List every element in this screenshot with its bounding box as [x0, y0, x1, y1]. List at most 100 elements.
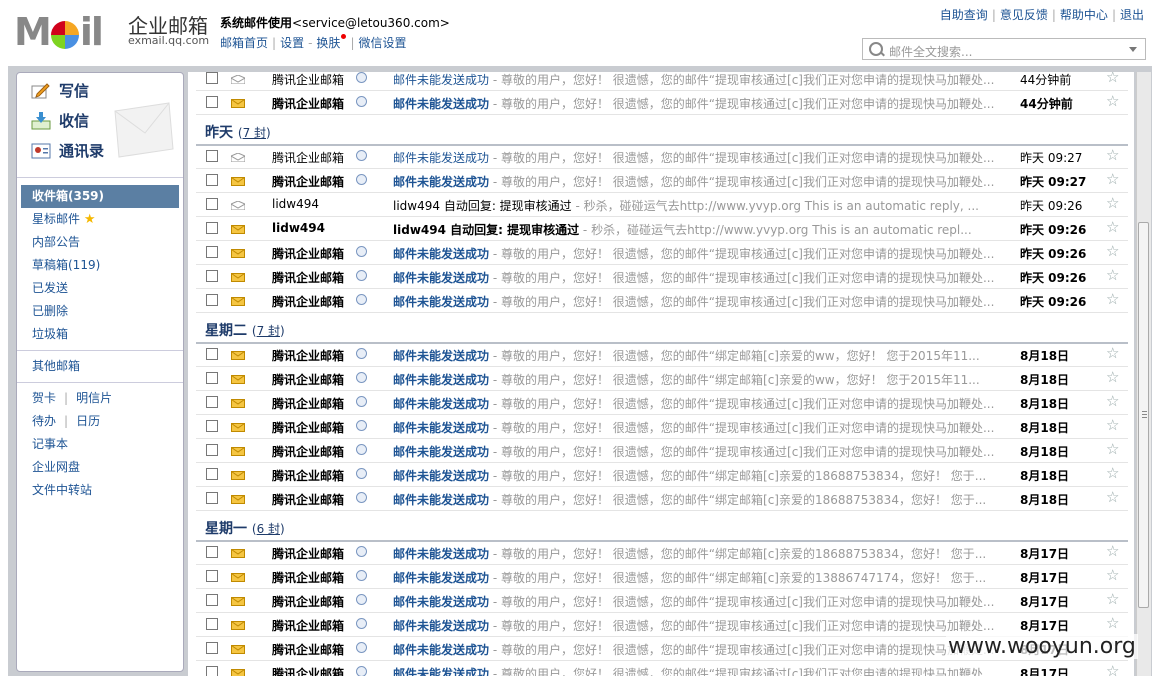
mail-row[interactable]: 腾讯企业邮箱 邮件未能发送成功 - 尊敬的用户，您好！ 很遗憾，您的邮件“提现审核… — [196, 390, 1128, 415]
mail-sender[interactable]: 腾讯企业邮箱 — [272, 371, 344, 388]
compose-button[interactable]: 写信 — [29, 79, 104, 109]
mail-row[interactable]: 腾讯企业邮箱 邮件未能发送成功 - 尊敬的用户，您好！ 很遗憾，您的邮件“绑定邮箱… — [196, 564, 1128, 589]
mail-subject-line[interactable]: 邮件未能发送成功 - 尊敬的用户，您好！ 很遗憾，您的邮件“提现审核通过[c]我… — [393, 95, 1005, 112]
mail-sender[interactable]: lidw494 — [272, 197, 319, 211]
star-outline-icon[interactable]: ☆ — [1106, 170, 1119, 188]
group-count-text[interactable]: 6 封 — [257, 522, 280, 536]
mail-subject-line[interactable]: 邮件未能发送成功 - 尊敬的用户，您好！ 很遗憾，您的邮件“提现审核通过[c]我… — [393, 641, 1005, 658]
logo[interactable]: Mil — [14, 10, 129, 54]
star-outline-icon[interactable]: ☆ — [1106, 218, 1119, 236]
row-checkbox[interactable] — [206, 618, 218, 630]
star-outline-icon[interactable]: ☆ — [1106, 146, 1119, 164]
scrollbar[interactable] — [1136, 72, 1151, 676]
mail-subject-line[interactable]: 邮件未能发送成功 - 尊敬的用户，您好！ 很遗憾，您的邮件“绑定邮箱[c]亲爱的… — [393, 545, 1005, 562]
link-selfquery[interactable]: 自助查询 — [940, 8, 988, 22]
row-checkbox[interactable] — [206, 294, 218, 306]
mail-row[interactable]: 腾讯企业邮箱 邮件未能发送成功 - 尊敬的用户，您好！ 很遗憾，您的邮件“提现审核… — [196, 414, 1128, 439]
search-box[interactable]: 邮件全文搜索... — [862, 38, 1146, 60]
folder-inbox[interactable]: 收件箱(359) — [21, 185, 179, 208]
mail-sender[interactable]: lidw494 — [272, 221, 325, 235]
mail-subject-line[interactable]: 邮件未能发送成功 - 尊敬的用户，您好！ 很遗憾，您的邮件“提现审核通过[c]我… — [393, 173, 1005, 190]
mail-row[interactable]: 腾讯企业邮箱 邮件未能发送成功 - 尊敬的用户，您好！ 很遗憾，您的邮件“提现审核… — [196, 240, 1128, 265]
mail-sender[interactable]: 腾讯企业邮箱 — [272, 419, 344, 436]
mail-subject-line[interactable]: 邮件未能发送成功 - 尊敬的用户，您好！ 很遗憾，您的邮件“绑定邮箱[c]亲爱的… — [393, 371, 1005, 388]
star-outline-icon[interactable]: ☆ — [1106, 344, 1119, 362]
mail-sender[interactable]: 腾讯企业邮箱 — [272, 569, 344, 586]
mail-subject-line[interactable]: 邮件未能发送成功 - 尊敬的用户，您好！ 很遗憾，您的邮件“绑定邮箱[c]亲爱的… — [393, 467, 1005, 484]
mail-row[interactable]: 腾讯企业邮箱 邮件未能发送成功 - 尊敬的用户，您好！ 很遗憾，您的邮件“绑定邮箱… — [196, 342, 1128, 367]
mail-sender[interactable]: 腾讯企业邮箱 — [272, 665, 344, 676]
mail-sender[interactable]: 腾讯企业邮箱 — [272, 467, 344, 484]
row-checkbox[interactable] — [206, 492, 218, 504]
mail-row[interactable]: 腾讯企业邮箱 邮件未能发送成功 - 尊敬的用户，您好！ 很遗憾，您的邮件“提现审核… — [196, 264, 1128, 289]
tool-todo[interactable]: 待办 — [32, 414, 56, 428]
star-outline-icon[interactable]: ☆ — [1106, 194, 1119, 212]
scrollbar-thumb[interactable] — [1138, 222, 1149, 608]
row-checkbox[interactable] — [206, 372, 218, 384]
star-outline-icon[interactable]: ☆ — [1106, 92, 1119, 110]
star-outline-icon[interactable]: ☆ — [1106, 290, 1119, 308]
row-checkbox[interactable] — [206, 468, 218, 480]
row-checkbox[interactable] — [206, 72, 218, 84]
mail-row[interactable]: 腾讯企业邮箱 邮件未能发送成功 - 尊敬的用户，您好！ 很遗憾，您的邮件“绑定邮箱… — [196, 486, 1128, 511]
mail-subject-line[interactable]: 邮件未能发送成功 - 尊敬的用户，您好！ 很遗憾，您的邮件“提现审核通过[c]我… — [393, 593, 1005, 610]
tool-notes[interactable]: 记事本 — [17, 433, 183, 456]
mail-row[interactable]: 腾讯企业邮箱 邮件未能发送成功 - 尊敬的用户，您好！ 很遗憾，您的邮件“绑定邮箱… — [196, 462, 1128, 487]
mail-subject-line[interactable]: lidw494 自动回复: 提现审核通过 - 秒杀，碰碰运气去http://ww… — [393, 221, 1005, 238]
folder-sent[interactable]: 已发送 — [17, 277, 183, 300]
mail-row[interactable]: 腾讯企业邮箱 邮件未能发送成功 - 尊敬的用户，您好！ 很遗憾，您的邮件“提现审核… — [196, 660, 1128, 676]
mail-sender[interactable]: 腾讯企业邮箱 — [272, 443, 344, 460]
mail-subject-line[interactable]: 邮件未能发送成功 - 尊敬的用户，您好！ 很遗憾，您的邮件“提现审核通过[c]我… — [393, 617, 1005, 634]
mail-row[interactable]: 腾讯企业邮箱 邮件未能发送成功 - 尊敬的用户，您好！ 很遗憾，您的邮件“提现审核… — [196, 72, 1128, 91]
contacts-button[interactable]: 通讯录 — [29, 139, 104, 169]
row-checkbox[interactable] — [206, 444, 218, 456]
mail-sender[interactable]: 腾讯企业邮箱 — [272, 293, 344, 310]
mail-subject-line[interactable]: 邮件未能发送成功 - 尊敬的用户，您好！ 很遗憾，您的邮件“提现审核通过[c]我… — [393, 149, 1005, 166]
mail-row[interactable]: 腾讯企业邮箱 邮件未能发送成功 - 尊敬的用户，您好！ 很遗憾，您的邮件“提现审核… — [196, 144, 1128, 169]
tool-calendar[interactable]: 日历 — [76, 414, 100, 428]
folder-notice[interactable]: 内部公告 — [17, 231, 183, 254]
mail-subject-line[interactable]: 邮件未能发送成功 - 尊敬的用户，您好！ 很遗憾，您的邮件“提现审核通过[c]我… — [393, 245, 1005, 262]
mail-sender[interactable]: 腾讯企业邮箱 — [272, 269, 344, 286]
star-outline-icon[interactable]: ☆ — [1106, 266, 1119, 284]
star-outline-icon[interactable]: ☆ — [1106, 72, 1119, 86]
nav-settings[interactable]: 设置 — [280, 36, 304, 50]
folder-other[interactable]: 其他邮箱 — [17, 355, 183, 378]
row-checkbox[interactable] — [206, 396, 218, 408]
link-feedback[interactable]: 意见反馈 — [1000, 8, 1048, 22]
mail-subject-line[interactable]: 邮件未能发送成功 - 尊敬的用户，您好！ 很遗憾，您的邮件“绑定邮箱[c]亲爱的… — [393, 491, 1005, 508]
star-outline-icon[interactable]: ☆ — [1106, 614, 1119, 632]
mail-row[interactable]: 腾讯企业邮箱 邮件未能发送成功 - 尊敬的用户，您好！ 很遗憾，您的邮件“绑定邮箱… — [196, 366, 1128, 391]
tool-greeting[interactable]: 贺卡 — [32, 391, 56, 405]
mail-sender[interactable]: 腾讯企业邮箱 — [272, 617, 344, 634]
mail-row[interactable]: lidw494 lidw494 自动回复: 提现审核通过 - 秒杀，碰碰运气去ht… — [196, 216, 1128, 241]
check-mail-button[interactable]: 收信 — [29, 109, 104, 139]
star-outline-icon[interactable]: ☆ — [1106, 590, 1119, 608]
tool-transfer[interactable]: 文件中转站 — [17, 479, 183, 502]
mail-row[interactable]: 腾讯企业邮箱 邮件未能发送成功 - 尊敬的用户，您好！ 很遗憾，您的邮件“提现审核… — [196, 90, 1128, 115]
row-checkbox[interactable] — [206, 150, 218, 162]
group-count-text[interactable]: 7 封 — [243, 126, 266, 140]
link-logout[interactable]: 退出 — [1120, 8, 1144, 22]
row-checkbox[interactable] — [206, 270, 218, 282]
star-outline-icon[interactable]: ☆ — [1106, 662, 1119, 676]
mail-row[interactable]: 腾讯企业邮箱 邮件未能发送成功 - 尊敬的用户，您好！ 很遗憾，您的邮件“提现审核… — [196, 588, 1128, 613]
mail-subject-line[interactable]: 邮件未能发送成功 - 尊敬的用户，您好！ 很遗憾，您的邮件“提现审核通过[c]我… — [393, 419, 1005, 436]
tool-disk[interactable]: 企业网盘 — [17, 456, 183, 479]
star-outline-icon[interactable]: ☆ — [1106, 392, 1119, 410]
mail-sender[interactable]: 腾讯企业邮箱 — [272, 641, 344, 658]
row-checkbox[interactable] — [206, 666, 218, 676]
mail-row[interactable]: lidw494 lidw494 自动回复: 提现审核通过 - 秒杀，碰碰运气去ht… — [196, 192, 1128, 217]
mail-subject-line[interactable]: 邮件未能发送成功 - 尊敬的用户，您好！ 很遗憾，您的邮件“提现审核通过[c]我… — [393, 395, 1005, 412]
mail-row[interactable]: 腾讯企业邮箱 邮件未能发送成功 - 尊敬的用户，您好！ 很遗憾，您的邮件“提现审核… — [196, 438, 1128, 463]
mail-sender[interactable]: 腾讯企业邮箱 — [272, 347, 344, 364]
mail-subject-line[interactable]: lidw494 自动回复: 提现审核通过 - 秒杀，碰碰运气去http://ww… — [393, 197, 1005, 214]
group-count[interactable]: (7 封) — [252, 324, 285, 338]
row-checkbox[interactable] — [206, 198, 218, 210]
mail-subject-line[interactable]: 邮件未能发送成功 - 尊敬的用户，您好！ 很遗憾，您的邮件“绑定邮箱[c]亲爱的… — [393, 569, 1005, 586]
mail-subject-line[interactable]: 邮件未能发送成功 - 尊敬的用户，您好！ 很遗憾，您的邮件“提现审核通过[c]我… — [393, 72, 1005, 88]
link-help[interactable]: 帮助中心 — [1060, 8, 1108, 22]
mail-sender[interactable]: 腾讯企业邮箱 — [272, 395, 344, 412]
row-checkbox[interactable] — [206, 96, 218, 108]
star-outline-icon[interactable]: ☆ — [1106, 488, 1119, 506]
